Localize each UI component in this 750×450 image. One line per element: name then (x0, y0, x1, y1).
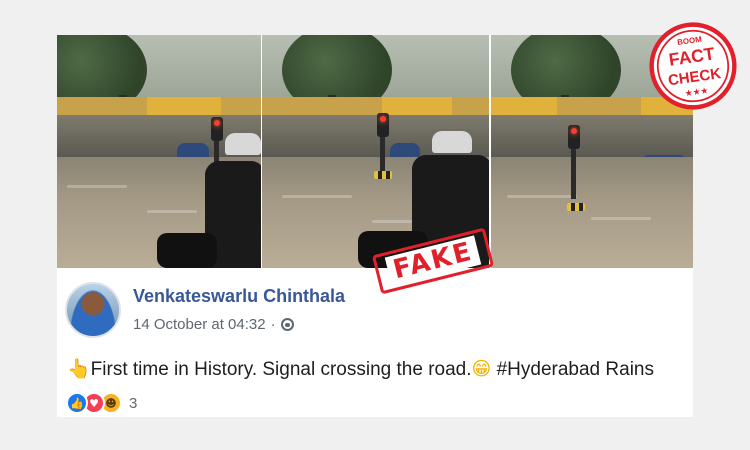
globe-icon[interactable] (280, 318, 294, 331)
boom-fact-check-seal-icon: BOOM FACT CHECK ★★★ (649, 22, 737, 110)
post-message-text: First time in History. Signal crossing t… (90, 359, 472, 380)
pointing-up-emoji-icon: 👆 (67, 358, 91, 380)
post-author-name[interactable]: Venkateswarlu Chinthala (133, 286, 345, 307)
post-timestamp[interactable]: 14 October at 04:32 (133, 316, 266, 333)
video-frame-2 (262, 35, 489, 268)
facebook-post: Venkateswarlu Chinthala 14 October at 04… (57, 268, 693, 417)
post-hashtag[interactable]: #Hyderabad Rains (491, 359, 654, 380)
video-frames-strip (57, 35, 693, 268)
post-meta: 14 October at 04:32 · (133, 316, 294, 333)
post-message: 👆First time in History. Signal crossing … (67, 357, 654, 381)
video-frame-1 (57, 35, 261, 268)
avatar[interactable] (65, 282, 121, 338)
like-icon: 👍 (66, 392, 88, 414)
reaction-count[interactable]: 3 (129, 395, 137, 412)
grinning-emoji-icon: 😁 (471, 358, 492, 380)
fact-check-card: FAKE Venkateswarlu Chinthala 14 October … (57, 35, 693, 417)
reactions-bar[interactable]: 👍 ♥ ☻ 3 (66, 392, 137, 414)
meta-separator: · (270, 316, 276, 333)
